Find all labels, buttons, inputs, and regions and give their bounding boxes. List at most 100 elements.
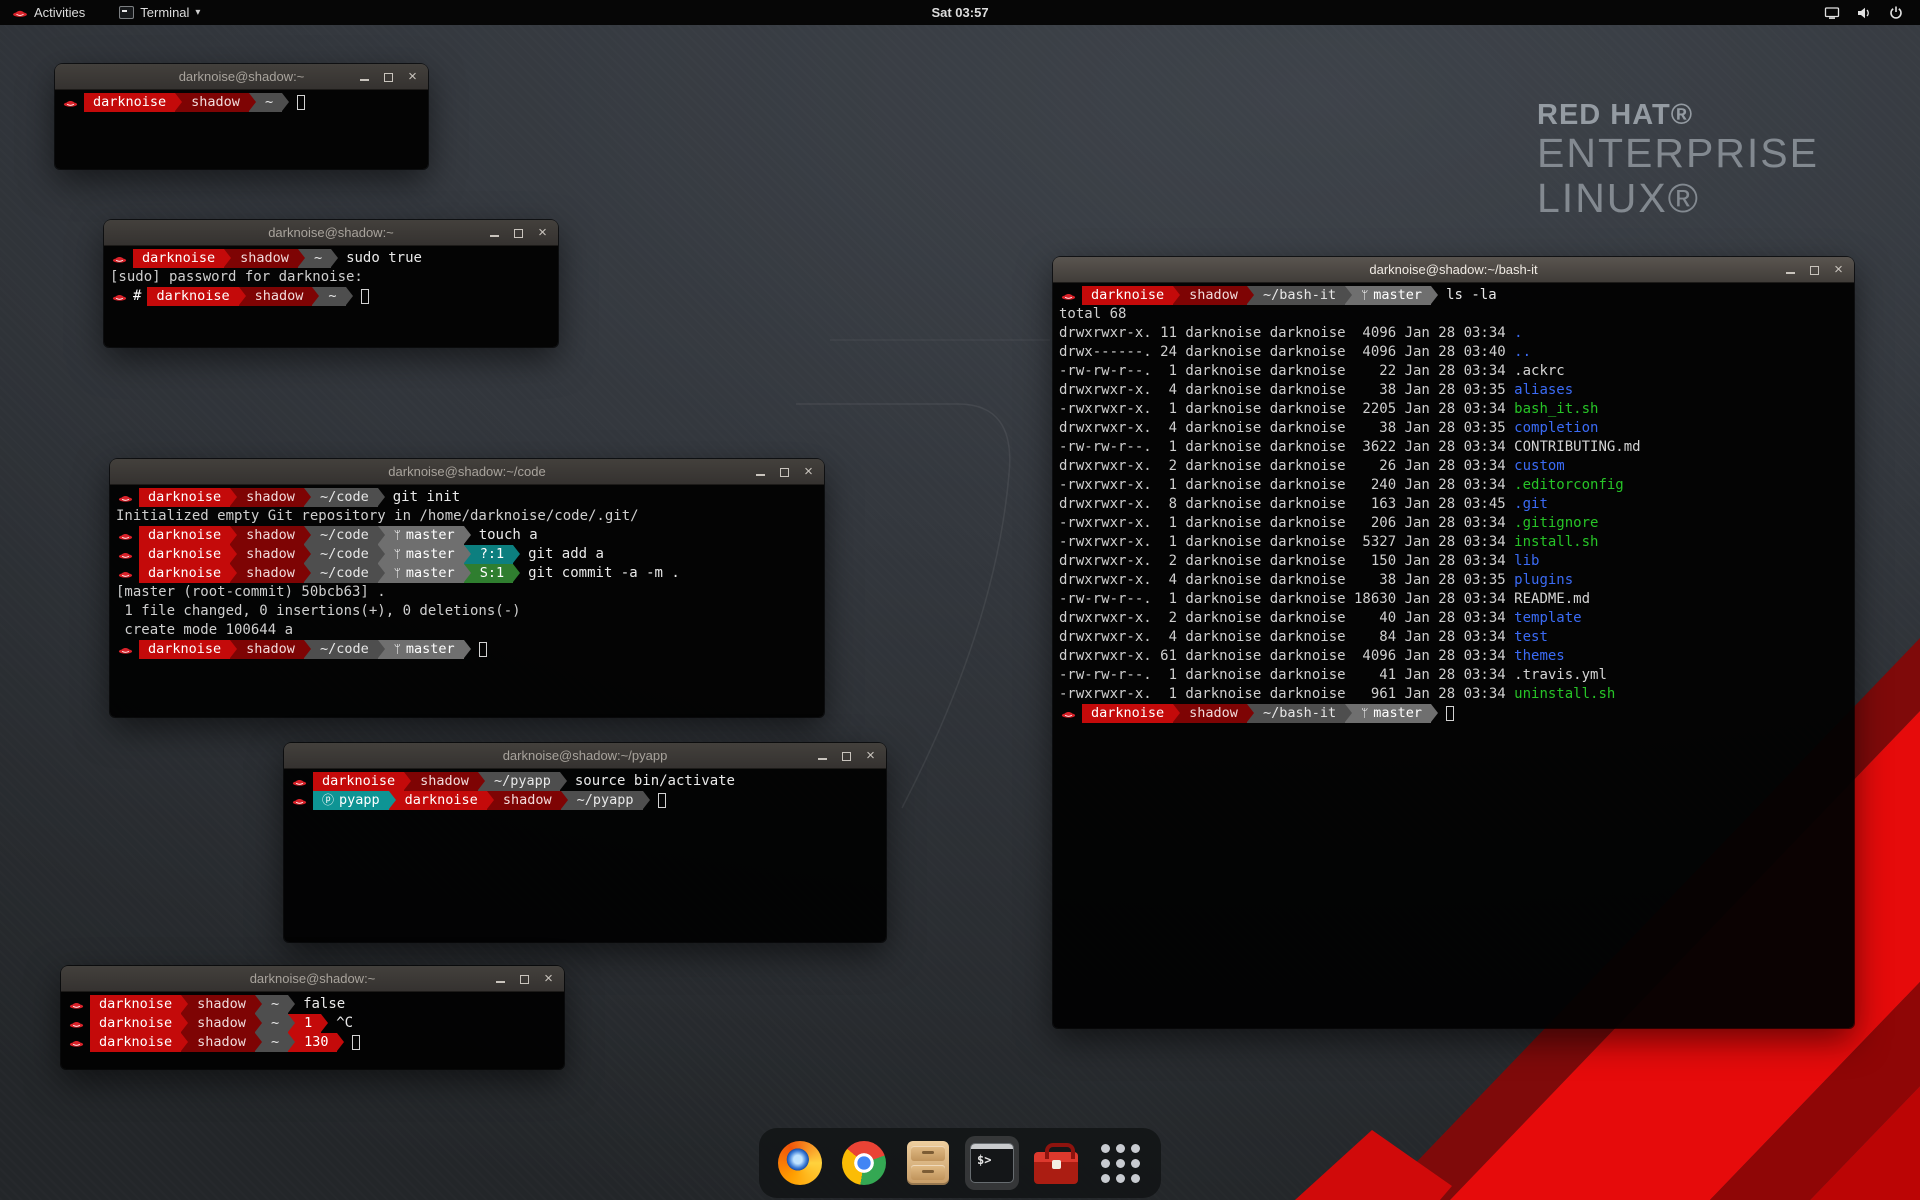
redhat-icon xyxy=(292,776,307,787)
output-line: [master (root-commit) 50bcb63] . xyxy=(116,583,818,602)
maximize-button[interactable] xyxy=(1808,263,1821,277)
close-button[interactable]: × xyxy=(542,972,555,986)
window-titlebar[interactable]: darknoise@shadow:~/code × xyxy=(110,459,824,485)
minimize-button[interactable] xyxy=(358,70,371,84)
powerline-separator xyxy=(513,545,520,564)
dock-item-firefox[interactable] xyxy=(773,1136,827,1190)
minimize-button[interactable] xyxy=(754,465,767,479)
command-text: sudo true xyxy=(346,249,422,268)
output-line: -rw-rw-r--. 1 darknoise darknoise 3622 J… xyxy=(1059,438,1848,457)
maximize-button[interactable] xyxy=(512,226,525,240)
maximize-button[interactable] xyxy=(382,70,395,84)
window-titlebar[interactable]: darknoise@shadow:~ × xyxy=(61,966,564,992)
powerline-separator xyxy=(378,545,385,564)
terminal-content[interactable]: darknoiseshadow~/bash-itᛘmasterls -latot… xyxy=(1053,283,1854,1028)
terminal-cursor xyxy=(352,1035,360,1050)
prompt-segment: shadow xyxy=(237,488,304,507)
window-titlebar[interactable]: darknoise@shadow:~/pyapp × xyxy=(284,743,886,769)
output-line: drwx------. 24 darknoise darknoise 4096 … xyxy=(1059,343,1848,362)
terminal-content[interactable]: darknoiseshadow~false darknoiseshadow~1^… xyxy=(61,992,564,1069)
redhat-icon xyxy=(69,1018,84,1029)
terminal-content[interactable]: darknoiseshadow~/pyappsource bin/activat… xyxy=(284,769,886,942)
file-name: test xyxy=(1514,628,1548,647)
command-text: git commit -a -m . xyxy=(528,564,680,583)
output-line: -rwxrwxr-x. 1 darknoise darknoise 961 Ja… xyxy=(1059,685,1848,704)
prompt-segment: ~ xyxy=(305,249,331,268)
output-line: -rw-rw-r--. 1 darknoise darknoise 22 Jan… xyxy=(1059,362,1848,381)
redhat-icon xyxy=(63,97,78,108)
prompt-segment: ~/pyapp xyxy=(485,772,560,791)
dock-item-files[interactable] xyxy=(901,1136,955,1190)
powerline-separator xyxy=(230,526,237,545)
powerline-separator xyxy=(224,249,231,268)
file-name: . xyxy=(1514,324,1522,343)
terminal-content[interactable]: darknoiseshadow~/codegit initInitialized… xyxy=(110,485,824,717)
prompt-segment: S:1 xyxy=(471,564,513,583)
window-titlebar[interactable]: darknoise@shadow:~/bash-it × xyxy=(1053,257,1854,283)
powerline-separator xyxy=(175,93,182,112)
window-titlebar[interactable]: darknoise@shadow:~ × xyxy=(104,220,558,246)
redhat-icon xyxy=(1061,708,1076,719)
powerline-separator xyxy=(378,526,385,545)
terminal-content[interactable]: darknoiseshadow~sudo true[sudo] password… xyxy=(104,246,558,347)
powerline-separator xyxy=(239,287,246,306)
terminal-window: darknoise@shadow:~ × darknoiseshadow~fal… xyxy=(61,966,564,1069)
dock: $> xyxy=(759,1128,1161,1198)
maximize-button[interactable] xyxy=(778,465,791,479)
file-name: plugins xyxy=(1514,571,1573,590)
maximize-button[interactable] xyxy=(840,749,853,763)
prompt-segment: ~ xyxy=(262,1033,288,1052)
minimize-button[interactable] xyxy=(816,749,829,763)
terminal-window: darknoise@shadow:~/code × darknoiseshado… xyxy=(110,459,824,717)
powerline-separator xyxy=(1173,704,1180,723)
command-text: touch a xyxy=(479,526,538,545)
prompt-segment: darknoise xyxy=(313,772,404,791)
powerline-separator xyxy=(1173,286,1180,305)
dock-item-chrome[interactable] xyxy=(837,1136,891,1190)
file-name: .editorconfig xyxy=(1514,476,1624,495)
branch-icon: ᛘ xyxy=(1361,286,1368,305)
prompt-segment: darknoise xyxy=(1082,286,1173,305)
close-button[interactable]: × xyxy=(802,465,815,479)
terminal-content[interactable]: darknoiseshadow~ xyxy=(55,90,428,169)
dock-item-show-applications[interactable] xyxy=(1093,1136,1147,1190)
powerline-separator xyxy=(478,772,485,791)
close-button[interactable]: × xyxy=(1832,263,1845,277)
output-line: -rwxrwxr-x. 1 darknoise darknoise 2205 J… xyxy=(1059,400,1848,419)
minimize-button[interactable] xyxy=(494,972,507,986)
prompt-segment: darknoise xyxy=(90,1033,181,1052)
window-title: darknoise@shadow:~/code xyxy=(110,464,824,479)
dock-item-terminal[interactable]: $> xyxy=(965,1136,1019,1190)
prompt-segment: ~/pyapp xyxy=(568,791,643,810)
terminal-window: darknoise@shadow:~ × darknoiseshadow~ xyxy=(55,64,428,169)
close-button[interactable]: × xyxy=(406,70,419,84)
maximize-button[interactable] xyxy=(518,972,531,986)
powerline-separator xyxy=(288,1033,295,1052)
command-text: ^C xyxy=(336,1014,353,1033)
minimize-button[interactable] xyxy=(488,226,501,240)
prompt-segment: ᛘmaster xyxy=(385,564,464,583)
prompt-line: ⓟpyappdarknoiseshadow~/pyapp xyxy=(290,791,880,810)
powerline-separator xyxy=(404,772,411,791)
prompt-segment: ~/code xyxy=(311,488,378,507)
terminal-icon: $> xyxy=(970,1143,1014,1183)
powerline-separator xyxy=(378,488,385,507)
prompt-segment: shadow xyxy=(237,564,304,583)
window-title: darknoise@shadow:~/pyapp xyxy=(284,748,886,763)
prompt-segment: shadow xyxy=(231,249,298,268)
powerline-separator xyxy=(312,287,319,306)
prompt-line: darknoiseshadow~/bash-itᛘmaster xyxy=(1059,704,1848,723)
brand-line-1: RED HAT® xyxy=(1537,100,1819,131)
redhat-icon xyxy=(118,530,133,541)
close-button[interactable]: × xyxy=(536,226,549,240)
close-button[interactable]: × xyxy=(864,749,877,763)
terminal-cursor xyxy=(479,642,487,657)
clock[interactable]: Sat 03:57 xyxy=(0,5,1920,20)
output-line: drwxrwxr-x. 2 darknoise darknoise 150 Ja… xyxy=(1059,552,1848,571)
output-line: 1 file changed, 0 insertions(+), 0 delet… xyxy=(116,602,818,621)
dock-item-toolbox[interactable] xyxy=(1029,1136,1083,1190)
branch-icon: ᛘ xyxy=(394,640,401,659)
window-titlebar[interactable]: darknoise@shadow:~ × xyxy=(55,64,428,90)
minimize-button[interactable] xyxy=(1784,263,1797,277)
app-grid-icon xyxy=(1101,1144,1140,1183)
